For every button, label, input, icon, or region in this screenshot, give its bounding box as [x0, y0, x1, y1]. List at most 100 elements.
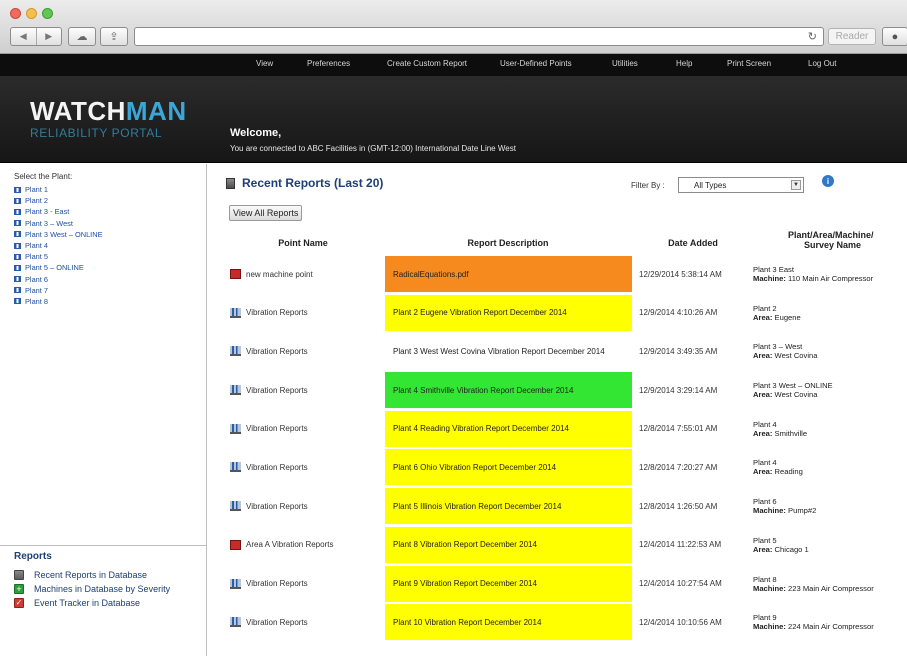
- share-icon[interactable]: ⇪: [100, 27, 128, 46]
- plant-icon: [14, 197, 21, 204]
- plant-item-label: Plant 7: [25, 285, 49, 295]
- plant-icon: [14, 220, 21, 227]
- point-name-link[interactable]: Vibration Reports: [230, 411, 380, 447]
- close-window-button[interactable]: [10, 8, 21, 19]
- recent-reports-link[interactable]: Recent Reports in Database: [14, 570, 147, 580]
- point-name-link[interactable]: Vibration Reports: [230, 295, 380, 331]
- maximize-window-button[interactable]: [42, 8, 53, 19]
- extension-icon[interactable]: ●: [882, 27, 907, 46]
- watchman-logo: WATCHMAN: [30, 96, 187, 126]
- point-name-link[interactable]: new machine point: [230, 256, 380, 292]
- chart-icon: [230, 307, 241, 318]
- table-row: Vibration Reports Plant 4 Reading Vibrati…: [208, 410, 907, 450]
- machines-by-severity-link[interactable]: + Machines in Database by Severity: [14, 584, 170, 594]
- location-cell: Plant 4 Area: Smithville: [753, 419, 808, 438]
- location-cell: Plant 2 Area: Eugene: [753, 303, 801, 322]
- sidebar: Select the Plant: Plant 1 Plant 2 Plant 3 …: [0, 164, 207, 656]
- select-plant-label: Select the Plant:: [14, 172, 73, 181]
- plant-item[interactable]: Plant 5 – ONLINE: [14, 262, 204, 273]
- minimize-window-button[interactable]: [26, 8, 37, 19]
- cloud-icon[interactable]: ☁: [68, 27, 96, 46]
- reader-button[interactable]: Reader: [828, 28, 876, 45]
- report-description-link[interactable]: Plant 9 Vibration Report December 2014: [385, 565, 632, 602]
- plant-item-label: Plant 2: [25, 196, 49, 206]
- plant-item[interactable]: Plant 4: [14, 240, 204, 251]
- plant-item[interactable]: Plant 1: [14, 184, 204, 195]
- table-row: Area A Vibration Reports Plant 8 Vibratio…: [208, 526, 907, 566]
- event-tracker-link[interactable]: ✓ Event Tracker in Database: [14, 598, 140, 608]
- report-description-link[interactable]: Plant 5 Illinois Vibration Report Decemb…: [385, 488, 632, 525]
- point-name-link[interactable]: Area A Vibration Reports: [230, 527, 380, 563]
- chart-icon: [230, 617, 241, 628]
- logo-subtitle: RELIABILITY PORTAL: [30, 126, 163, 140]
- plant-item[interactable]: Plant 3 - East: [14, 206, 204, 217]
- date-added: 12/9/2014 3:29:14 AM: [639, 385, 718, 395]
- point-name-link[interactable]: Vibration Reports: [230, 488, 380, 524]
- chevron-down-icon: ▼: [791, 180, 801, 190]
- nav-print-screen[interactable]: Print Screen: [727, 59, 771, 68]
- address-bar[interactable]: ↻: [134, 27, 824, 46]
- main-content: Recent Reports (Last 20) View All Report…: [208, 164, 907, 656]
- report-description-link[interactable]: Plant 4 Smithville Vibration Report Dece…: [385, 372, 632, 409]
- reports-panel: Reports Recent Reports in Database + Mac…: [0, 545, 206, 656]
- point-name-link[interactable]: Vibration Reports: [230, 372, 380, 408]
- plant-item-label: Plant 8: [25, 296, 49, 306]
- nav-create-custom-report[interactable]: Create Custom Report: [387, 59, 467, 68]
- table-row: new machine point RadicalEquations.pdf 12/…: [208, 256, 907, 295]
- info-icon[interactable]: i: [822, 175, 834, 187]
- point-name-link[interactable]: Vibration Reports: [230, 604, 380, 640]
- nav-log-out[interactable]: Log Out: [808, 59, 836, 68]
- view-all-reports-button[interactable]: View All Reports: [229, 205, 303, 221]
- chart-icon: [230, 578, 241, 589]
- reload-icon[interactable]: ↻: [808, 30, 817, 43]
- page-title: Recent Reports (Last 20): [226, 176, 383, 190]
- plant-icon: [14, 242, 21, 249]
- back-forward-buttons: ◀ ▶: [10, 27, 62, 46]
- plant-icon: [14, 287, 21, 294]
- report-description-link[interactable]: RadicalEquations.pdf: [385, 256, 632, 292]
- chart-icon: [230, 462, 241, 473]
- back-arrow-icon[interactable]: ◀: [11, 28, 36, 45]
- plant-item[interactable]: Plant 3 West – ONLINE: [14, 229, 204, 240]
- column-header-date: Date Added: [668, 238, 718, 248]
- table-row: Vibration Reports Plant 4 Smithville Vibr…: [208, 372, 907, 411]
- plant-item[interactable]: Plant 2: [14, 195, 204, 206]
- report-description-link[interactable]: Plant 10 Vibration Report December 2014: [385, 604, 632, 641]
- nav-user-defined-points[interactable]: User-Defined Points: [500, 59, 572, 68]
- report-description-link[interactable]: Plant 2 Eugene Vibration Report December…: [385, 294, 632, 331]
- nav-preferences[interactable]: Preferences: [307, 59, 350, 68]
- forward-arrow-icon[interactable]: ▶: [35, 28, 62, 45]
- plant-item-label: Plant 4: [25, 241, 49, 251]
- location-cell: Plant 3 East Machine: 110 Main Air Compre…: [753, 265, 874, 283]
- report-description-link[interactable]: Plant 8 Vibration Report December 2014: [385, 526, 632, 563]
- point-name-link[interactable]: Vibration Reports: [230, 333, 380, 369]
- nav-help[interactable]: Help: [676, 59, 692, 68]
- point-name-link[interactable]: Vibration Reports: [230, 449, 380, 485]
- nav-view[interactable]: View: [256, 59, 273, 68]
- plant-item[interactable]: Plant 8: [14, 296, 204, 307]
- table-row: Vibration Reports Plant 6 Ohio Vibration …: [208, 449, 907, 488]
- date-added: 12/4/2014 10:10:56 AM: [639, 617, 722, 627]
- reports-table: new machine point RadicalEquations.pdf 12/…: [208, 256, 907, 643]
- report-description-link[interactable]: Plant 6 Ohio Vibration Report December 2…: [385, 449, 632, 486]
- pdf-icon: [230, 269, 241, 279]
- table-row: Vibration Reports Plant 10 Vibration Repo…: [208, 604, 907, 643]
- plant-item[interactable]: Plant 7: [14, 285, 204, 296]
- browser-window: ◀ ▶ ☁ ⇪ ↻ Reader ● View Preferences Crea…: [0, 0, 907, 656]
- plant-item-label: Plant 6: [25, 274, 49, 284]
- report-description-link[interactable]: Plant 4 Reading Vibration Report Decembe…: [385, 410, 632, 447]
- chart-icon: [230, 423, 241, 434]
- location-cell: Plant 8 Machine: 223 Main Air Compressor: [753, 574, 874, 593]
- plant-icon: [14, 231, 21, 238]
- filter-select[interactable]: All Types ▼: [678, 177, 804, 193]
- plant-icon: [14, 298, 21, 305]
- plant-item[interactable]: Plant 6: [14, 274, 204, 285]
- chart-icon: [230, 501, 241, 512]
- plant-item[interactable]: Plant 5: [14, 251, 204, 262]
- report-description-link[interactable]: Plant 3 West West Covina Vibration Repor…: [385, 333, 632, 370]
- nav-utilities[interactable]: Utilities: [612, 59, 638, 68]
- point-name-link[interactable]: Vibration Reports: [230, 566, 380, 602]
- plant-icon: [14, 253, 21, 260]
- plant-item[interactable]: Plant 3 – West: [14, 218, 204, 229]
- connection-info: You are connected to ABC Facilities in (…: [230, 144, 516, 153]
